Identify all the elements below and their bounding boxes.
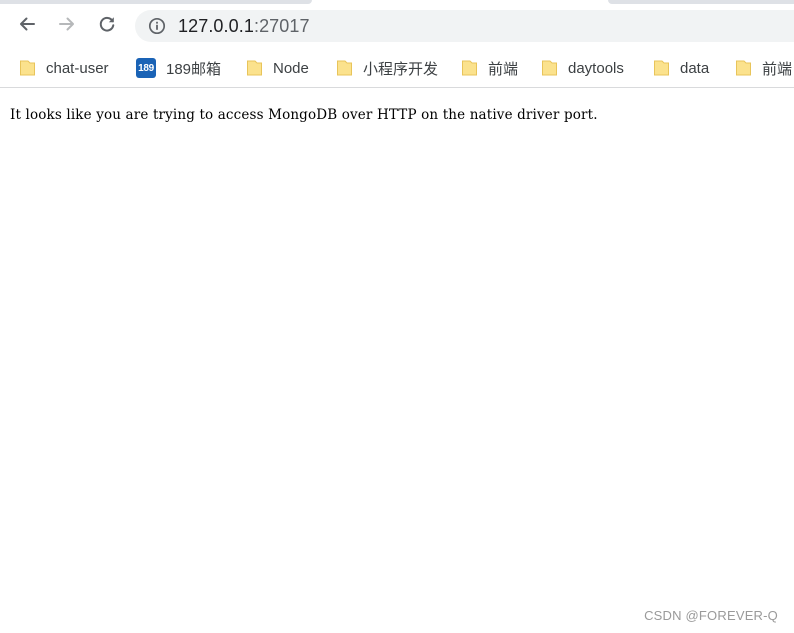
- folder-icon: [654, 60, 669, 76]
- active-tab-edge[interactable]: [0, 0, 312, 4]
- back-button[interactable]: [12, 9, 42, 39]
- bookmark-node[interactable]: Node: [246, 56, 309, 80]
- bookmark-data[interactable]: data: [653, 56, 709, 80]
- folder-icon: [247, 60, 262, 76]
- bookmark-label: data: [680, 59, 710, 77]
- forward-button[interactable]: [52, 9, 82, 39]
- bookmark-frontend-2[interactable]: 前端: [735, 56, 792, 80]
- info-icon[interactable]: [148, 17, 166, 35]
- browser-toolbar: 127.0.0.1:27017: [0, 5, 794, 47]
- page-message: It looks like you are trying to access M…: [10, 107, 598, 123]
- bookmark-frontend[interactable]: 前端: [461, 56, 518, 80]
- folder-icon: [20, 60, 35, 76]
- bookmark-label: 189邮箱: [166, 60, 222, 78]
- arrow-left-icon: [20, 17, 35, 31]
- address-bar[interactable]: 127.0.0.1:27017: [135, 10, 794, 42]
- folder-icon: [736, 60, 751, 76]
- bookmark-chat-user[interactable]: chat-user: [19, 56, 109, 80]
- reload-button[interactable]: [92, 9, 122, 39]
- bookmark-189-mail[interactable]: 189 189邮箱: [136, 56, 221, 80]
- csdn-watermark: CSDN @FOREVER-Q: [644, 608, 778, 623]
- bookmark-label: 前端: [762, 60, 793, 78]
- folder-icon: [462, 60, 477, 76]
- bookmark-label: daytools: [568, 59, 624, 77]
- inactive-tab-edge[interactable]: [608, 0, 794, 4]
- bookmark-label: 前端: [488, 60, 519, 78]
- arrow-right-icon: [59, 17, 74, 31]
- bookmark-label: chat-user: [46, 59, 109, 77]
- bookmark-miniprogram-dev[interactable]: 小程序开发: [336, 56, 438, 80]
- bookmarks-bar: chat-user 189 189邮箱 Node 小程序开发 前端 daytoo…: [0, 48, 794, 88]
- mail-189-icon: 189: [136, 58, 156, 78]
- bookmark-label: 小程序开发: [363, 60, 439, 78]
- url-text[interactable]: 127.0.0.1:27017: [178, 16, 310, 36]
- url-port: :27017: [253, 16, 310, 36]
- reload-icon: [99, 16, 115, 32]
- folder-icon: [542, 60, 557, 76]
- bookmark-label: Node: [273, 59, 309, 77]
- folder-icon: [337, 60, 352, 76]
- url-host: 127.0.0.1: [178, 16, 254, 36]
- bookmark-daytools[interactable]: daytools: [541, 56, 624, 80]
